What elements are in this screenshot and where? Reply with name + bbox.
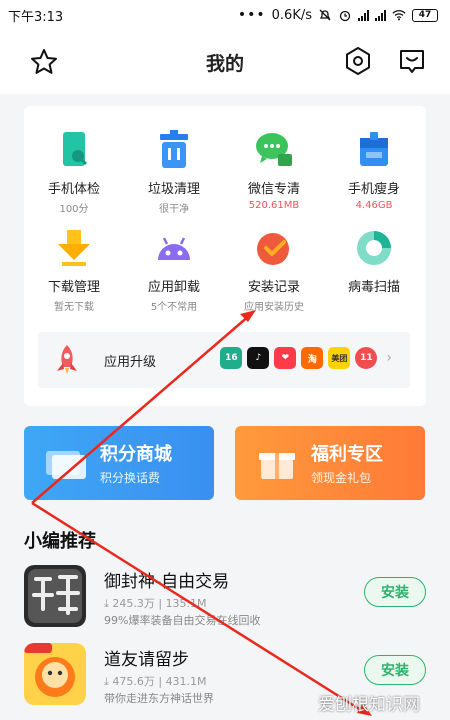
pinduoduo-icon: ❤ <box>274 347 297 369</box>
promo-title: 福利专区 <box>311 444 383 465</box>
download-icon <box>58 230 90 266</box>
trash-icon <box>160 130 188 168</box>
tool-slim[interactable]: 手机瘦身 4.46GB <box>326 128 422 211</box>
wechat-icon <box>256 133 292 166</box>
star-icon[interactable] <box>28 46 60 78</box>
tool-sub: 5个不常用 <box>150 302 198 313</box>
game-icon-yufengshen <box>24 565 86 627</box>
game-icon-daoyou <box>24 643 86 705</box>
tool-download-manager[interactable]: 下载管理 暂无下载 <box>26 226 122 313</box>
list-item[interactable]: 御封神-自由交易 ⤓ 245.3万 | 135.1M 99%爆率装备自由交易在线… <box>24 565 426 637</box>
tool-label: 病毒扫描 <box>347 280 400 295</box>
recommend-title: 小编推荐 <box>24 531 96 552</box>
tool-label: 微信专清 <box>247 182 300 197</box>
tool-app-uninstall[interactable]: 应用卸载 5个不常用 <box>126 226 222 313</box>
status-bar: 下午3:13 ••• 0.6K/s 47 <box>0 0 450 30</box>
chevron-right-icon: › <box>386 350 392 366</box>
tool-sub: 很干净 <box>159 204 189 215</box>
settings-hexagon-icon[interactable] <box>342 45 374 77</box>
app-desc: 带你走进东方神话世界 <box>104 692 214 705</box>
phone-check-icon <box>63 132 88 166</box>
promo-title: 积分商城 <box>100 444 172 465</box>
tool-wechat-clean[interactable]: 微信专清 520.61MB <box>226 128 322 211</box>
tool-install-record[interactable]: 安装记录 应用安装历史 <box>226 226 322 313</box>
rocket-icon <box>57 345 77 374</box>
network-speed: 0.6K/s <box>271 7 312 23</box>
app-meta: ⤓ 245.3万 | 135.1M <box>104 597 207 610</box>
wifi-icon <box>392 10 406 21</box>
promo-sub: 积分换话费 <box>100 471 161 485</box>
meituan-icon: 美团 <box>328 347 351 369</box>
upgrade-label: 应用升级 <box>104 354 157 370</box>
tool-label: 应用卸载 <box>147 280 200 295</box>
points-mall-card[interactable]: 积分商城 积分换话费 <box>24 426 214 500</box>
app-name: 御封神-自由交易 <box>104 572 230 592</box>
status-time: 下午3:13 <box>8 9 64 25</box>
page-title: 我的 <box>205 52 244 75</box>
tools-card: 手机体检 100分 垃圾清理 很干净 微信专清 520.61MB 手机瘦身 4.… <box>24 106 426 406</box>
upgrade-app-icons: 16 ♪ ❤ 淘 美团 11 › <box>220 347 392 369</box>
promo-sub: 领现金礼包 <box>311 471 372 485</box>
mute-icon <box>319 9 331 21</box>
watermark: 爱刨根知识网 <box>318 695 420 715</box>
app-name: 道友请留步 <box>104 650 189 670</box>
app-upgrade-row[interactable]: 应用升级 16 ♪ ❤ 淘 美团 11 › <box>38 332 410 388</box>
signal-icon <box>358 9 369 21</box>
android-icon <box>158 237 190 260</box>
welfare-zone-card[interactable]: 福利专区 领现金礼包 <box>235 426 425 500</box>
feedback-icon[interactable] <box>396 45 428 77</box>
tool-sub: 100分 <box>59 204 89 215</box>
app-desc: 99%爆率装备自由交易在线回收 <box>104 614 261 627</box>
install-record-icon <box>257 233 289 265</box>
tool-sub: 520.61MB <box>248 200 300 211</box>
tool-virus-scan[interactable]: 病毒扫描 <box>326 226 422 298</box>
tool-trash-clean[interactable]: 垃圾清理 很干净 <box>126 128 222 215</box>
tool-sub: 暂无下载 <box>54 302 94 313</box>
tool-label: 手机瘦身 <box>347 182 400 197</box>
alarm-icon <box>339 10 351 22</box>
tool-label: 安装记录 <box>247 280 300 295</box>
points-card-icon <box>46 451 86 479</box>
tool-phone-check[interactable]: 手机体检 100分 <box>26 128 122 215</box>
tool-label: 手机体检 <box>47 182 100 197</box>
tool-sub: 应用安装历史 <box>244 302 304 313</box>
battery-icon: 47 <box>412 8 438 22</box>
virus-scan-icon <box>357 231 391 265</box>
tool-label: 垃圾清理 <box>147 182 200 197</box>
page-header: 我的 <box>0 30 450 94</box>
more-dots-icon: ••• <box>237 7 266 23</box>
tiktok-icon: ♪ <box>247 347 270 369</box>
signal-icon-2 <box>375 9 386 21</box>
upgrade-count-badge: 11 <box>355 347 378 369</box>
install-button[interactable]: 安装 <box>364 655 426 685</box>
tool-label: 下载管理 <box>47 280 100 295</box>
taobao-icon: 淘 <box>301 347 324 369</box>
app-meta: ⤓ 475.6万 | 431.1M <box>104 675 207 688</box>
app-16-icon: 16 <box>220 347 243 369</box>
install-button[interactable]: 安装 <box>364 577 426 607</box>
tool-sub: 4.46GB <box>355 200 393 211</box>
slim-icon <box>360 132 388 166</box>
gift-icon <box>259 453 295 479</box>
